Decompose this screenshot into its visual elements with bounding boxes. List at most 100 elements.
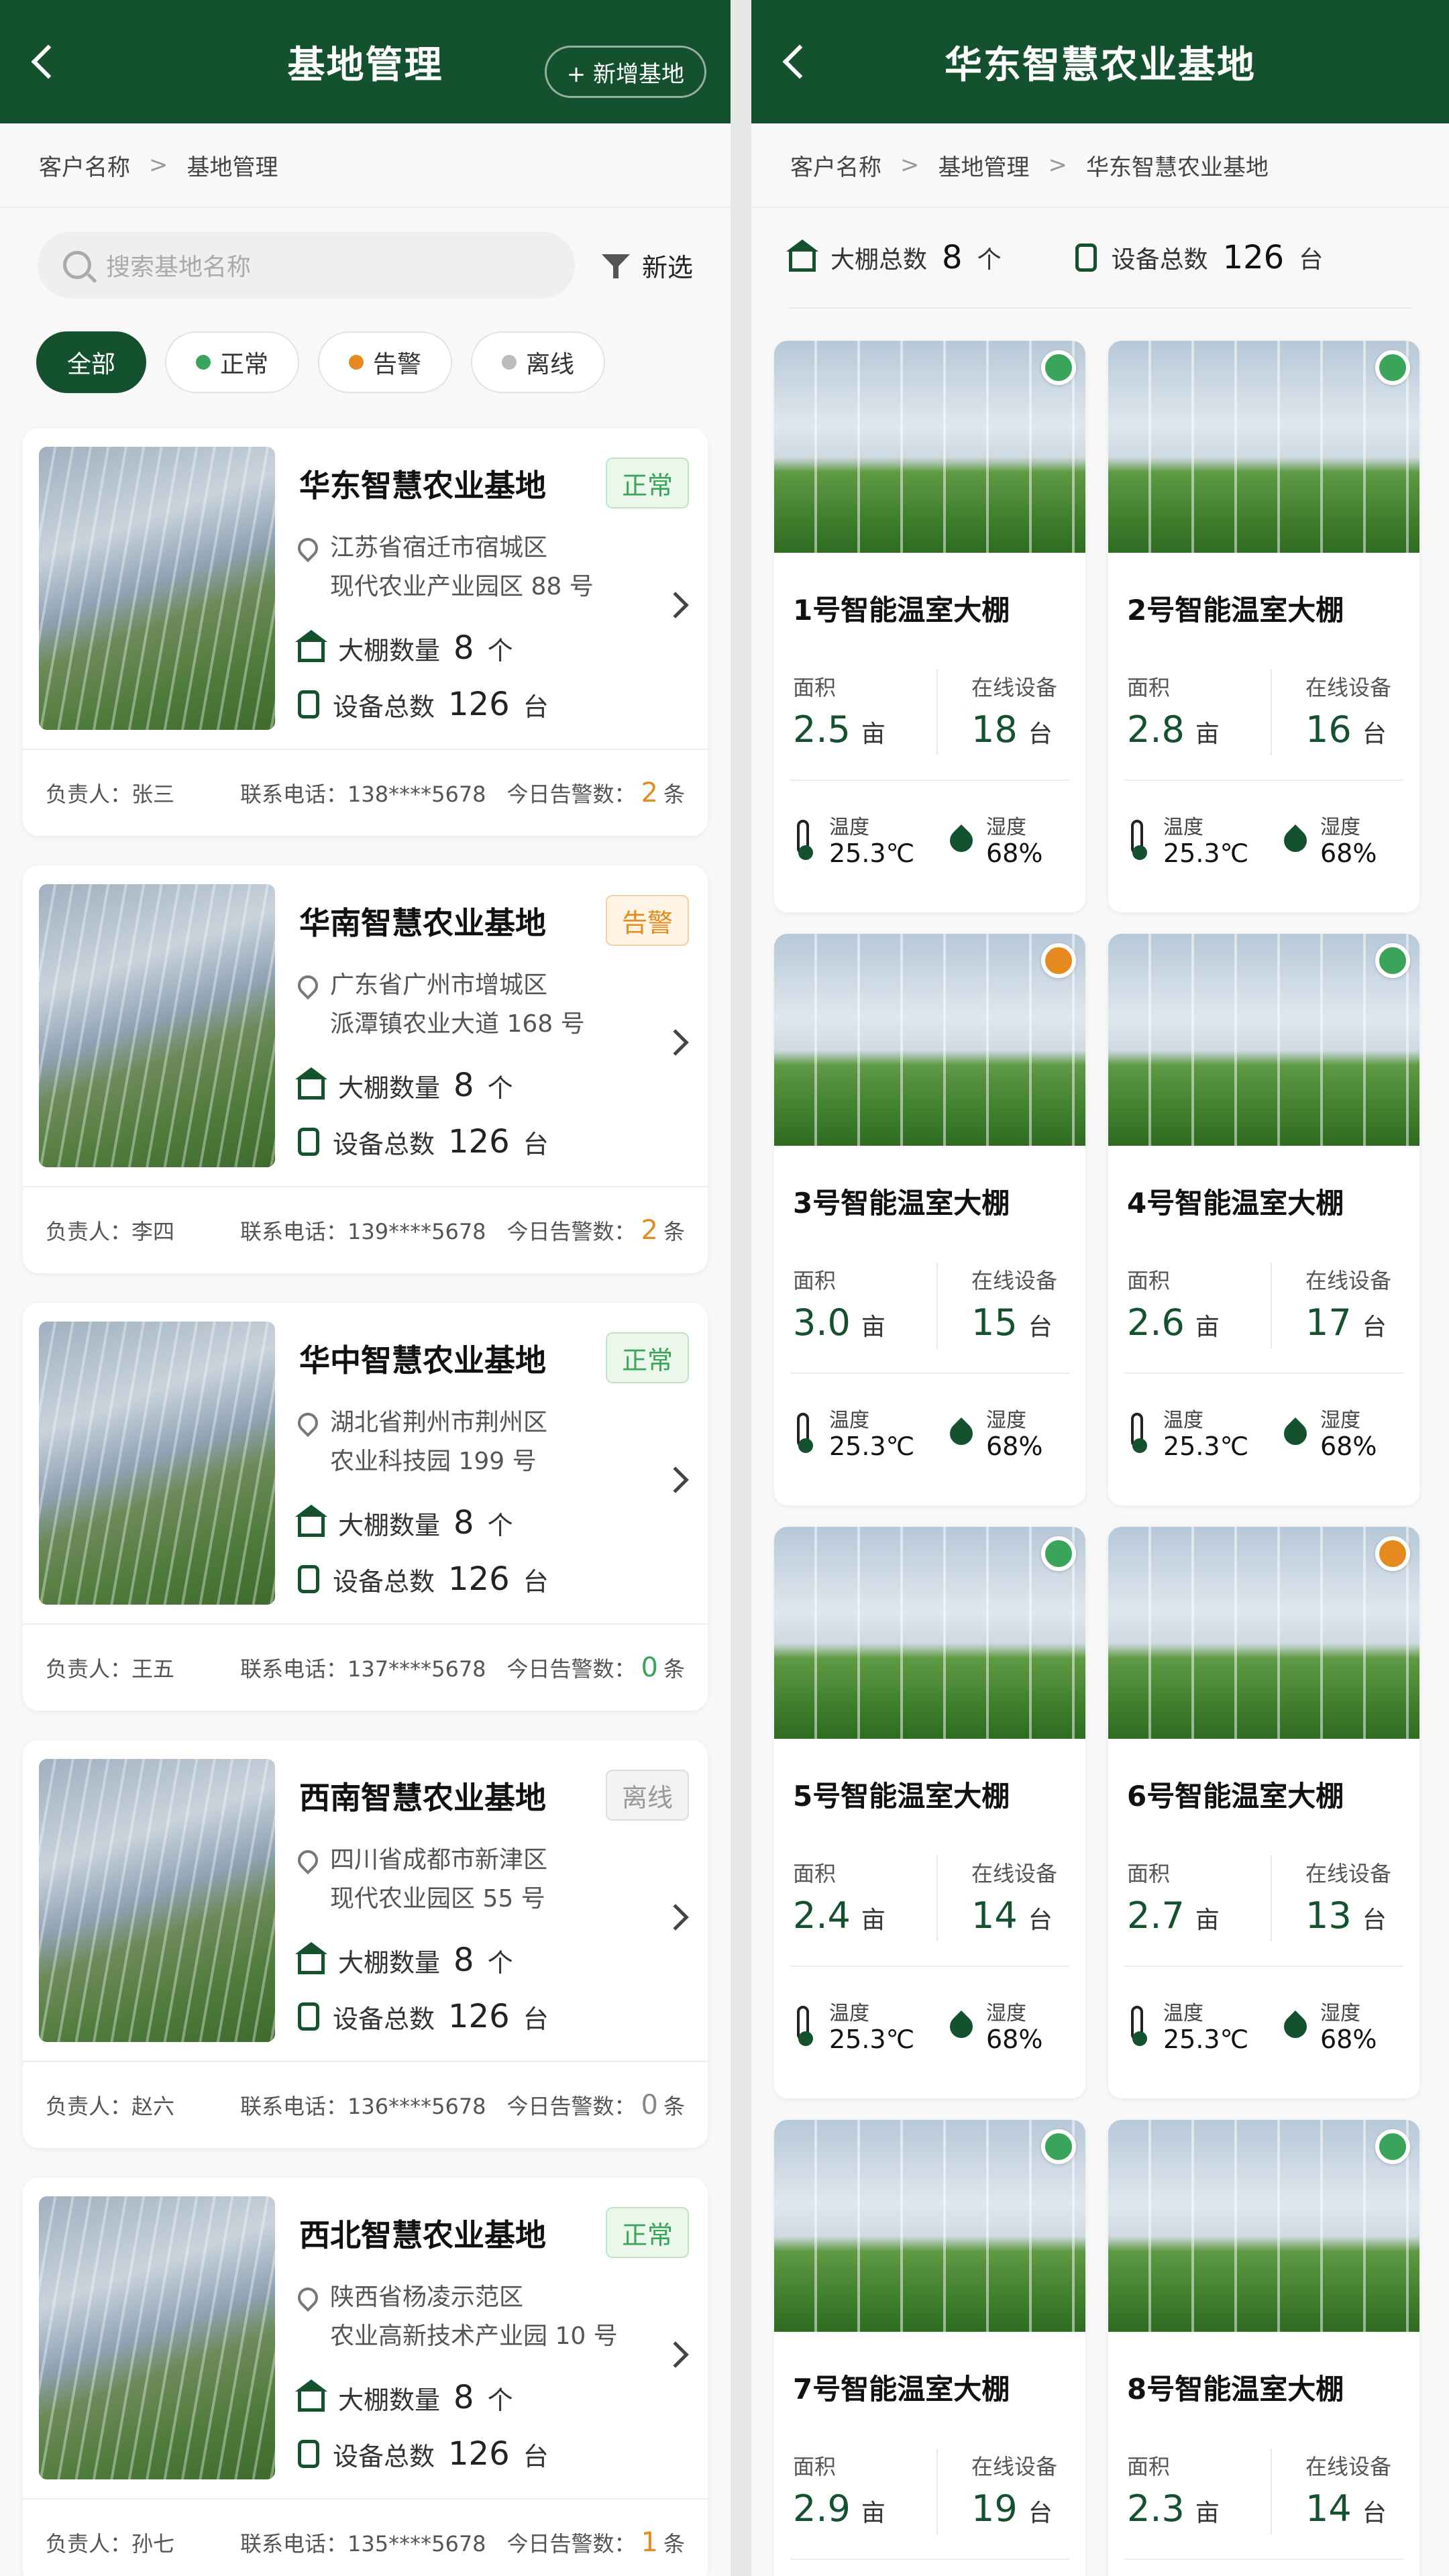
owner-label: 负责人： (46, 1656, 132, 1682)
divider (1124, 2559, 1403, 2560)
humidity-label: 湿度 (1320, 2002, 1360, 2025)
greenhouse-photo (774, 1527, 1085, 1739)
area-label: 面积 (1127, 675, 1171, 700)
greenhouse-card[interactable]: 8号智能温室大棚 面积 2.3亩 在线设备 14台 温度 25.3℃ 湿度 68… (1108, 2120, 1419, 2576)
base-card[interactable]: 西北智慧农业基地 正常 陕西省杨凌示范区 农业高新技术产业园 10 号 大棚数量… (23, 2178, 708, 2576)
base-address: 湖北省荆州市荆州区 农业科技园 199 号 (293, 1403, 548, 1481)
status-dot-icon (1041, 2129, 1076, 2164)
breadcrumb-item-customer[interactable]: 客户名称 (790, 149, 881, 182)
temperature-value: 25.3℃ (829, 2025, 915, 2054)
search-icon (63, 251, 91, 279)
chevron-right-icon[interactable] (662, 2341, 689, 2368)
device-icon (298, 1128, 319, 1156)
greenhouse-count: 大棚数量 8 个 (295, 1504, 513, 1542)
alerts-unit: 条 (663, 2531, 685, 2557)
area-value: 2.5 (793, 708, 851, 751)
chevron-right-icon[interactable] (662, 1029, 689, 1056)
base-card[interactable]: 西南智慧农业基地 离线 四川省成都市新津区 现代农业园区 55 号 大棚数量 8… (23, 1740, 708, 2148)
filter-chip[interactable]: 告警 (318, 331, 453, 393)
greenhouse-card[interactable]: 3号智能温室大棚 面积 3.0 亩 在线设备 15 台 温度 25.3℃ 湿度 68… (774, 934, 1085, 1505)
filter-chip[interactable]: 离线 (471, 331, 606, 393)
device-count: 设备总数 126 台 (298, 1560, 549, 1598)
greenhouse-card[interactable]: 7号智能温室大棚 面积 2.9亩 在线设备 19台 温度 25.3℃ 湿度 68… (774, 2120, 1085, 2576)
base-aerial-photo (39, 447, 275, 730)
breadcrumb-item-base-management[interactable]: 基地管理 (938, 149, 1030, 182)
filter-button[interactable]: 新选 (601, 247, 693, 284)
greenhouse-card[interactable]: 5号智能温室大棚 面积 2.4 亩 在线设备 14 台 温度 25.3℃ 湿度 68… (774, 1527, 1085, 2098)
breadcrumb-item-base-management: 基地管理 (186, 154, 278, 181)
temperature-label: 温度 (1163, 1409, 1203, 1432)
chevron-right-icon[interactable] (662, 1466, 689, 1493)
greenhouse-card[interactable]: 1号智能温室大棚 面积 2.5 亩 在线设备 18 台 温度 25.3℃ 湿度 68… (774, 341, 1085, 912)
device-total-unit: 台 (1299, 246, 1324, 274)
add-base-button[interactable]: + 新增基地 (544, 46, 706, 98)
base-card[interactable]: 华中智慧农业基地 正常 湖北省荆州市荆州区 农业科技园 199 号 大棚数量 8… (23, 1303, 708, 1711)
online-devices-value: 15 (971, 1301, 1018, 1344)
device-count-label: 设备总数 (333, 1129, 435, 1159)
area-value: 2.9 (793, 2487, 851, 2530)
online-devices-value: 18 (971, 708, 1018, 751)
base-card[interactable]: 华东智慧农业基地 正常 江苏省宿迁市宿城区 现代农业产业园区 88 号 大棚数量… (23, 428, 708, 836)
online-devices-row: 14 台 (971, 1894, 1053, 1937)
status-badge: 正常 (605, 1332, 689, 1383)
online-devices-unit: 台 (1028, 1313, 1053, 1341)
filter-funnel-icon (601, 252, 630, 278)
area-label: 面积 (1127, 1268, 1171, 1293)
device-count-label: 设备总数 (333, 1566, 435, 1597)
device-count: 设备总数 126 台 (298, 2435, 549, 2473)
search-input[interactable]: 搜索基地名称 (38, 231, 575, 299)
filter-chip[interactable]: 正常 (165, 331, 300, 393)
device-count: 设备总数 126 台 (298, 1998, 549, 2035)
alerts-count: 1 (641, 2527, 658, 2558)
device-icon (298, 690, 319, 718)
greenhouse-count-value: 8 (453, 1504, 474, 1542)
owner-label: 负责人： (46, 2094, 132, 2119)
online-devices-row: 14 台 (1305, 2487, 1387, 2530)
owner-label: 负责人： (46, 2531, 132, 2557)
greenhouse-card[interactable]: 2号智能温室大棚 面积 2.8 亩 在线设备 16 台 温度 25.3℃ 湿度 68… (1108, 341, 1419, 912)
area-unit: 亩 (1195, 1907, 1220, 1934)
thermometer-icon (797, 1413, 813, 1453)
greenhouse-photo (1108, 341, 1419, 553)
greenhouse-card[interactable]: 4号智能温室大棚 面积 2.6 亩 在线设备 17 台 温度 25.3℃ 湿度 68… (1108, 934, 1419, 1505)
device-total-value: 126 (1222, 239, 1285, 276)
area-value: 2.6 (1127, 1301, 1185, 1344)
chevron-right-icon[interactable] (662, 592, 689, 619)
base-aerial-photo (39, 2196, 275, 2479)
online-devices-value: 13 (1305, 1894, 1352, 1937)
area-label: 面积 (793, 1268, 837, 1293)
location-pin-icon (293, 1845, 323, 1875)
greenhouse-total-unit: 个 (977, 246, 1002, 274)
temperature-label: 温度 (829, 2002, 869, 2025)
filter-chip[interactable]: 全部 (36, 331, 147, 393)
status-badge: 正常 (605, 2207, 689, 2258)
status-dot-icon (1041, 1536, 1076, 1571)
area-label: 面积 (793, 2454, 837, 2479)
phone-number: 135****5678 (347, 2531, 486, 2557)
area-unit: 亩 (1195, 720, 1220, 748)
back-arrow-icon[interactable] (778, 44, 813, 79)
humidity-label: 湿度 (986, 816, 1026, 839)
divider (936, 2449, 938, 2534)
status-badge: 正常 (605, 458, 689, 508)
area-unit: 亩 (1195, 2500, 1220, 2527)
greenhouse-total-label: 大棚总数 (830, 246, 928, 274)
divider (936, 669, 938, 755)
online-devices-unit: 台 (1362, 1907, 1387, 1934)
temperature-label: 温度 (1163, 2002, 1203, 2025)
divider (1271, 2449, 1272, 2534)
chevron-right-icon[interactable] (662, 1904, 689, 1931)
breadcrumb-item-customer[interactable]: 客户名称 (39, 149, 130, 182)
online-devices-row: 18 台 (971, 708, 1053, 751)
app-header: 基地管理 + 新增基地 (0, 0, 731, 123)
greenhouse-card[interactable]: 6号智能温室大棚 面积 2.7 亩 在线设备 13 台 温度 25.3℃ 湿度 68… (1108, 1527, 1419, 2098)
address-line-1: 湖北省荆州市荆州区 (330, 1409, 548, 1436)
base-card[interactable]: 华南智慧农业基地 告警 广东省广州市增城区 派潭镇农业大道 168 号 大棚数量… (23, 865, 708, 1273)
phone-label: 联系电话： (240, 782, 348, 807)
online-devices-label: 在线设备 (1305, 675, 1392, 700)
base-card-footer: 负责人：李四 联系电话：139****5678 今日告警数： 2 条 (23, 1186, 708, 1273)
back-arrow-icon[interactable] (27, 44, 62, 79)
temperature-value: 25.3℃ (1163, 2025, 1249, 2054)
alerts-unit: 条 (663, 782, 685, 807)
temperature-label: 温度 (1163, 816, 1203, 839)
